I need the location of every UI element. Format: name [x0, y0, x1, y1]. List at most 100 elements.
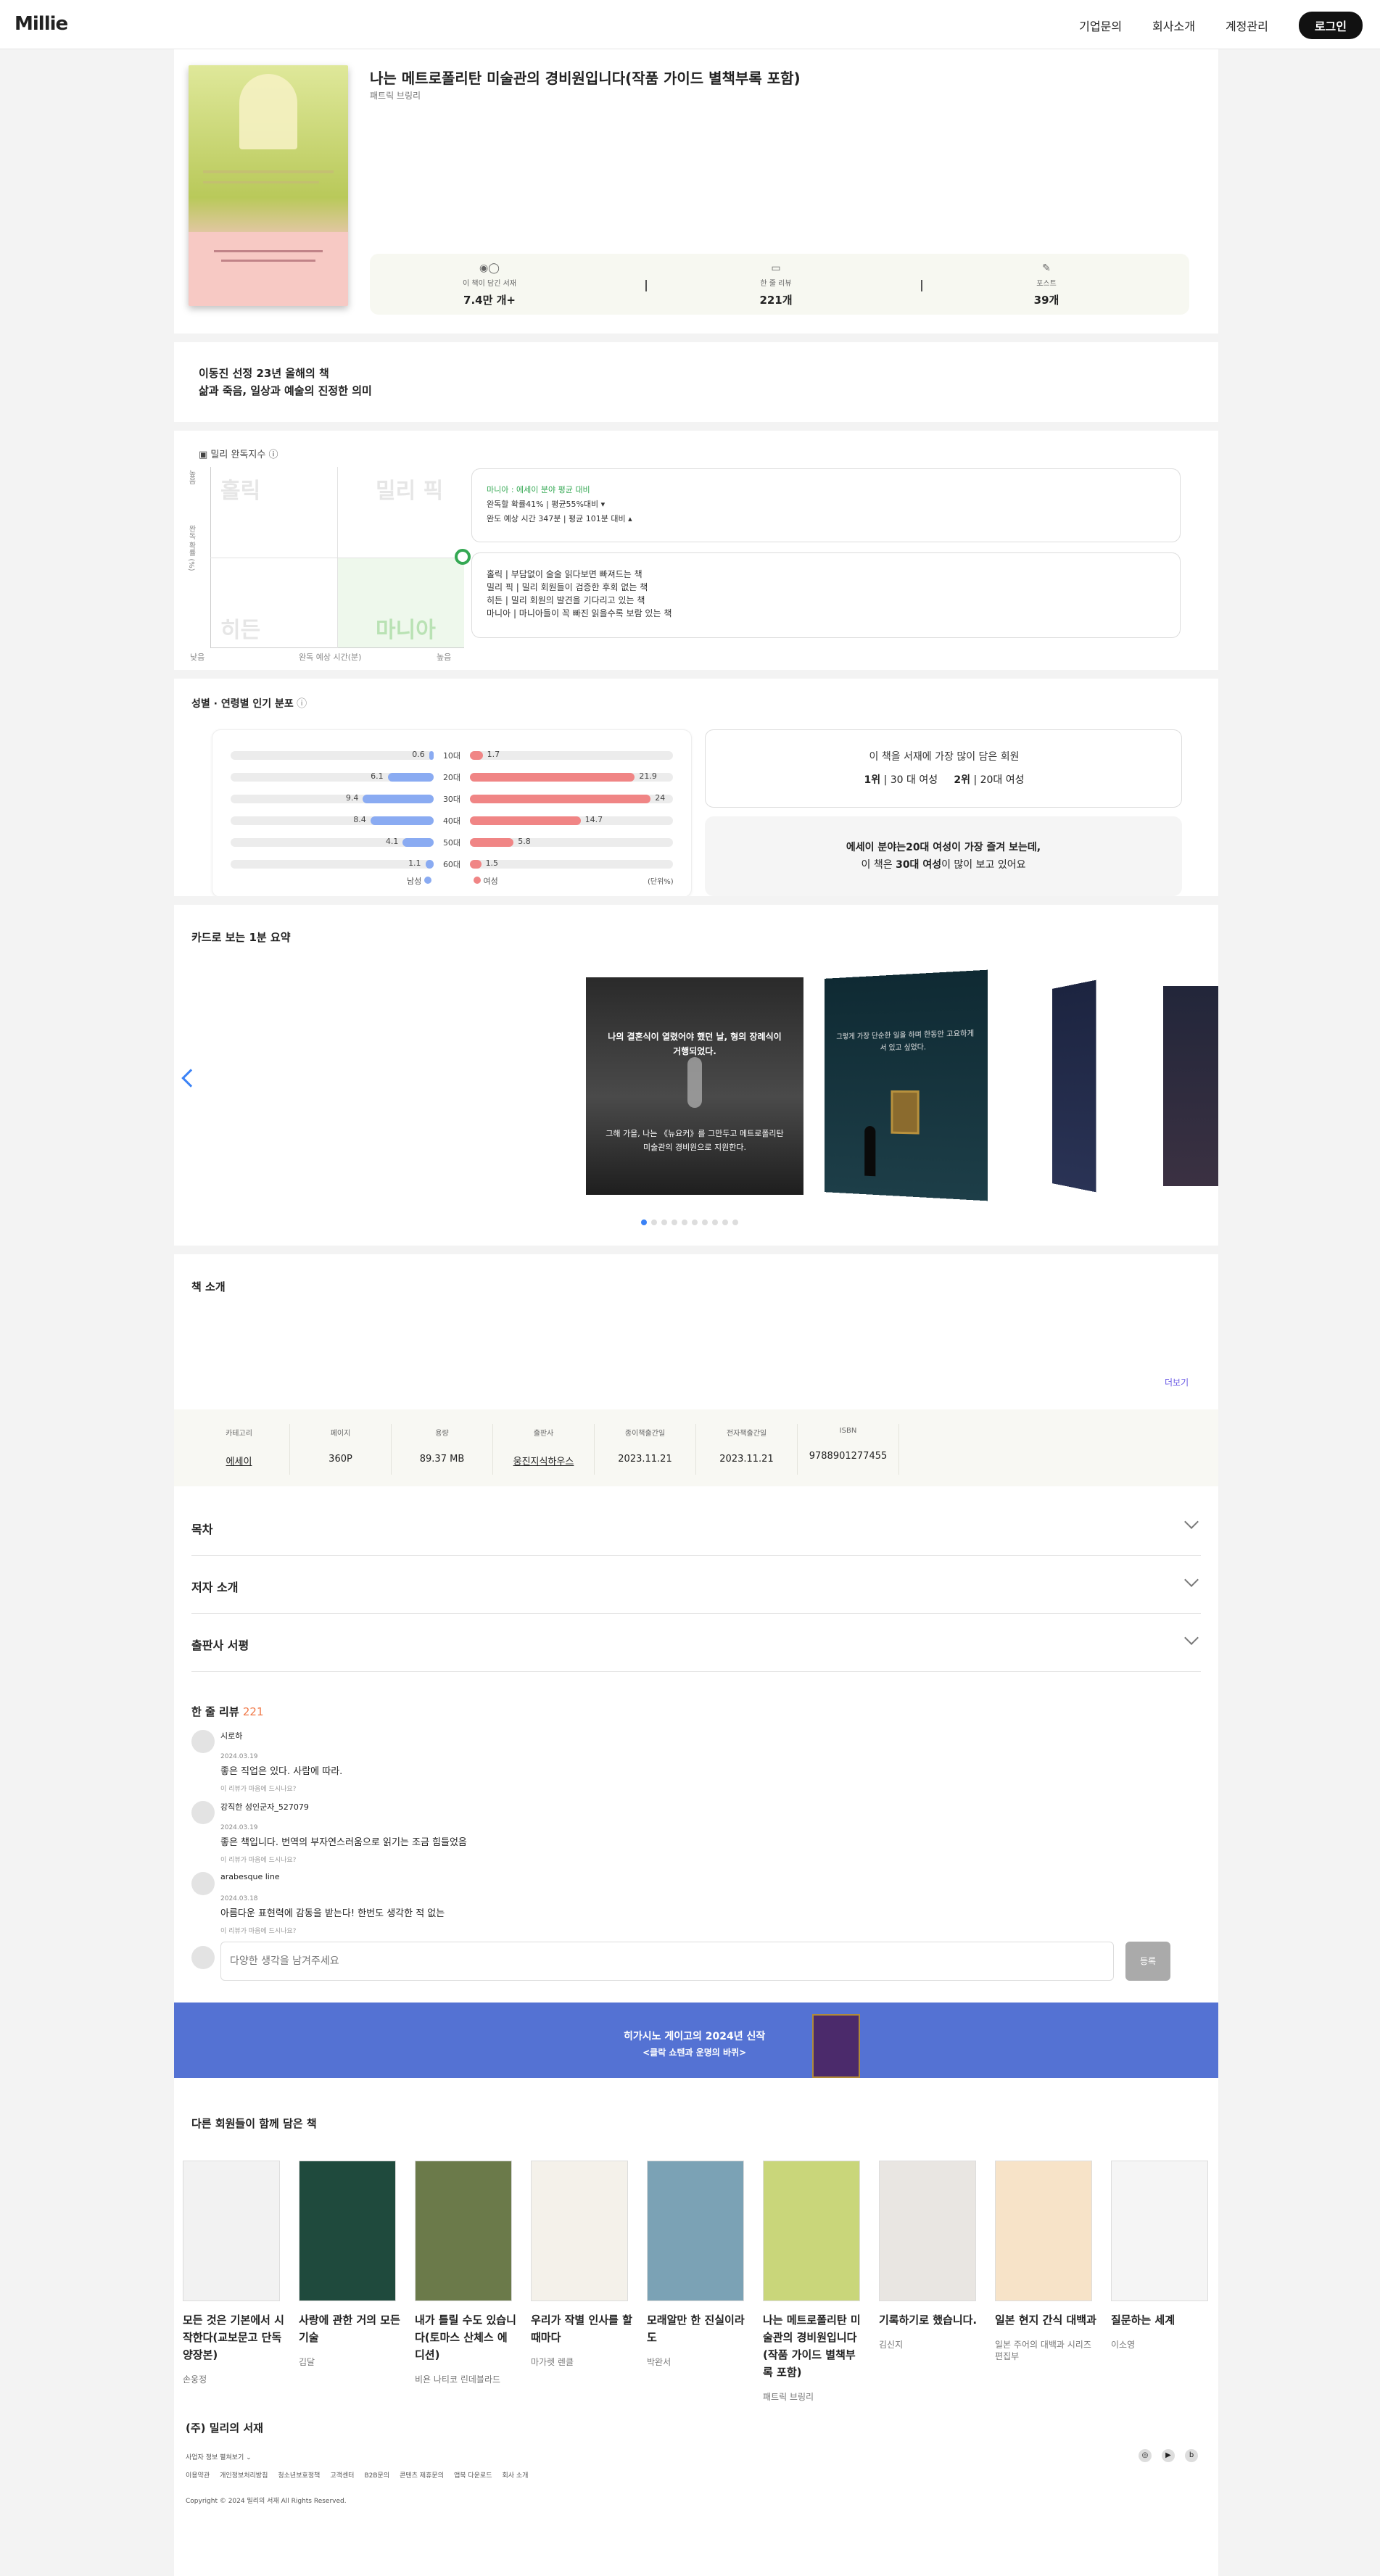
review-like-prompt[interactable]: 이 리뷰가 마음에 드시나요?: [220, 1855, 296, 1864]
footer-link[interactable]: B2B문의: [364, 2472, 389, 2480]
summary-card-3[interactable]: [1051, 980, 1096, 1193]
recommended-book[interactable]: 사랑에 관한 거의 모든 기술 김달: [299, 2161, 400, 2368]
book-title[interactable]: 질문하는 세계: [1111, 2311, 1212, 2329]
book-title[interactable]: 사랑에 관한 거의 모든 기술: [299, 2311, 400, 2346]
recommend-line1: 이동진 선정 23년 올해의 책: [199, 367, 329, 380]
footer-link[interactable]: 콘텐츠 제휴문의: [400, 2472, 444, 2480]
carousel-dot[interactable]: [722, 1219, 728, 1225]
stat-posts[interactable]: ✎ 포스트 39개: [974, 262, 1119, 307]
carousel-dot[interactable]: [672, 1219, 677, 1225]
carousel-dot[interactable]: [692, 1219, 698, 1225]
book-title[interactable]: 기록하기로 했습니다.: [879, 2311, 980, 2329]
blog-icon[interactable]: b: [1185, 2449, 1198, 2462]
business-info-toggle[interactable]: 사업자 정보 펼쳐보기 ⌄: [186, 2452, 252, 2461]
book-title[interactable]: 우리가 작별 인사를 할 때마다: [531, 2311, 632, 2346]
nav-account[interactable]: 계정관리: [1226, 17, 1268, 34]
male-bar: [370, 816, 434, 825]
review-like-prompt[interactable]: 이 리뷰가 마음에 드시나요?: [220, 1926, 296, 1935]
male-value: 4.1: [385, 837, 399, 846]
footer: (주) 밀리의 서재 사업자 정보 펼쳐보기 ⌄ 이용약관 개인정보처리방침 청소년…: [174, 2406, 1218, 2576]
footer-link[interactable]: 개인정보처리방침: [220, 2472, 268, 2480]
review-input[interactable]: [220, 1942, 1114, 1981]
carousel-dot[interactable]: [682, 1219, 687, 1225]
avatar: [191, 1801, 215, 1824]
book-cover[interactable]: [415, 2161, 512, 2301]
footer-link[interactable]: 회사 소개: [502, 2472, 528, 2480]
footer-link[interactable]: 청소년보호정책: [278, 2472, 320, 2480]
info-header: 용량: [435, 1430, 449, 1438]
female-value: 21.9: [639, 771, 657, 781]
stat-label: 한 줄 리뷰: [760, 280, 792, 288]
help-icon[interactable]: ⓘ: [265, 450, 278, 460]
recommended-book[interactable]: 질문하는 세계 이소영: [1111, 2161, 1212, 2351]
chevron-down-icon: [1184, 1631, 1199, 1645]
recommended-book[interactable]: 기록하기로 했습니다. 김신지: [879, 2161, 980, 2351]
stat-reviews[interactable]: ▭ 한 줄 리뷰 221개: [703, 262, 848, 307]
book-title[interactable]: 모든 것은 기본에서 시작한다(교보문고 단독 양장본): [183, 2311, 284, 2364]
book-cover[interactable]: [879, 2161, 976, 2301]
most-saved-ranks: 1위 | 30 대 여성 2위 | 20대 여성: [864, 774, 1025, 786]
carousel-dot[interactable]: [661, 1219, 667, 1225]
y-axis-high: 높음: [187, 470, 195, 484]
recommended-book[interactable]: 나는 메트로폴리탄 미술관의 경비원입니다(작품 가이드 별책부록 포함) 패트릭…: [763, 2161, 864, 2403]
promo-banner[interactable]: 히가시노 게이고의 2024년 신작 <클락 쇼텐과 운명의 바퀴>: [174, 2003, 1218, 2078]
recommended-book[interactable]: 내가 틀릴 수도 있습니다(토마스 산체스 에디션) 비욘 나티코 린데블라드: [415, 2161, 516, 2385]
recommended-book[interactable]: 일본 현지 간식 대백과 일본 주어의 대백과 시리즈 편집부: [995, 2161, 1096, 2362]
carousel-dot[interactable]: [651, 1219, 657, 1225]
footer-link[interactable]: 고객센터: [330, 2472, 354, 2480]
prev-arrow-icon[interactable]: [181, 1069, 200, 1088]
review-submit-button[interactable]: 등록: [1125, 1942, 1170, 1981]
book-title[interactable]: 모래알만 한 진실이라도: [647, 2311, 748, 2346]
book-title[interactable]: 내가 틀릴 수도 있습니다(토마스 산체스 에디션): [415, 2311, 516, 2364]
female-bar: [470, 751, 483, 760]
review-text: 아름다운 표현력에 감동을 받는다! 한번도 생각한 적 없는: [220, 1908, 445, 1919]
book-title[interactable]: 나는 메트로폴리탄 미술관의 경비원입니다(작품 가이드 별책부록 포함): [763, 2311, 864, 2381]
summary-card-1[interactable]: 나의 결혼식이 열렸어야 했던 날, 형의 장례식이 거행되었다. 그해 가을,…: [586, 977, 803, 1195]
login-button[interactable]: 로그인: [1298, 12, 1363, 39]
book-cover[interactable]: [763, 2161, 860, 2301]
summary-card-2[interactable]: 그렇게 가장 단순한 일을 하며 한동안 고요하게 서 있고 싶었다.: [824, 969, 988, 1201]
book-cover[interactable]: [647, 2161, 744, 2301]
book-author[interactable]: 패트릭 브링리: [370, 89, 421, 102]
completion-legend: 홀릭 | 부담없이 술술 읽다보면 빠져드는 책 밀리 픽 | 밀리 회원들이 …: [471, 552, 1181, 638]
insight-line1: 에세이 분야는20대 여성이 가장 즐겨 보는데,: [846, 842, 1041, 853]
book-cover[interactable]: [531, 2161, 628, 2301]
review-like-prompt[interactable]: 이 리뷰가 마음에 드시나요?: [220, 1784, 296, 1793]
male-value: 6.1: [371, 771, 384, 781]
recommended-book[interactable]: 우리가 작별 인사를 할 때마다 마가렛 렌클: [531, 2161, 632, 2368]
accordion-publisher-review[interactable]: 출판사 서평: [191, 1614, 1201, 1672]
carousel-dot[interactable]: [712, 1219, 718, 1225]
footer-link[interactable]: 앱북 다운로드: [454, 2472, 492, 2480]
stat-bookshelf[interactable]: ◉◯ 이 책이 담긴 서재 7.4만 개+: [417, 262, 562, 307]
info-header: 페이지: [330, 1430, 351, 1438]
summary-card-4[interactable]: [1163, 986, 1218, 1186]
carousel-dot[interactable]: [732, 1219, 738, 1225]
card1-top-text: 나의 결혼식이 열렸어야 했던 날, 형의 장례식이 거행되었다.: [608, 1032, 782, 1056]
review-author: 강직한 성인군자_527079: [220, 1802, 309, 1812]
millie-logo[interactable]: Millie: [15, 13, 68, 35]
book-title[interactable]: 일본 현지 간식 대백과: [995, 2311, 1096, 2329]
book-cover[interactable]: [299, 2161, 396, 2301]
info-column: 페이지 360P: [290, 1424, 392, 1475]
youtube-icon[interactable]: ▶: [1162, 2449, 1175, 2462]
book-cover[interactable]: [1111, 2161, 1208, 2301]
book-cover[interactable]: [183, 2161, 280, 2301]
accordion-author[interactable]: 저자 소개: [191, 1556, 1201, 1614]
footer-link[interactable]: 이용약관: [186, 2472, 210, 2480]
book-cover[interactable]: [189, 65, 348, 306]
nav-business-inquiry[interactable]: 기업문의: [1079, 17, 1122, 34]
info-value: 9788901277455: [809, 1451, 888, 1462]
info-value[interactable]: 웅진지식하우스: [493, 1454, 594, 1467]
carousel-dot[interactable]: [641, 1219, 647, 1225]
completion-quadrant-chart: 홀릭 밀리 픽 히든 마니아: [210, 467, 471, 648]
nav-company[interactable]: 회사소개: [1152, 17, 1195, 34]
recommended-book[interactable]: 모든 것은 기본에서 시작한다(교보문고 단독 양장본) 손웅정: [183, 2161, 284, 2385]
book-cover[interactable]: [995, 2161, 1092, 2301]
instagram-icon[interactable]: ◎: [1139, 2449, 1152, 2462]
help-icon[interactable]: ⓘ: [294, 698, 307, 710]
info-value[interactable]: 에세이: [189, 1454, 289, 1467]
more-link[interactable]: 더보기: [1165, 1376, 1189, 1388]
recommended-book[interactable]: 모래알만 한 진실이라도 박완서: [647, 2161, 748, 2368]
accordion-toc[interactable]: 목차: [191, 1498, 1201, 1556]
carousel-dot[interactable]: [702, 1219, 708, 1225]
